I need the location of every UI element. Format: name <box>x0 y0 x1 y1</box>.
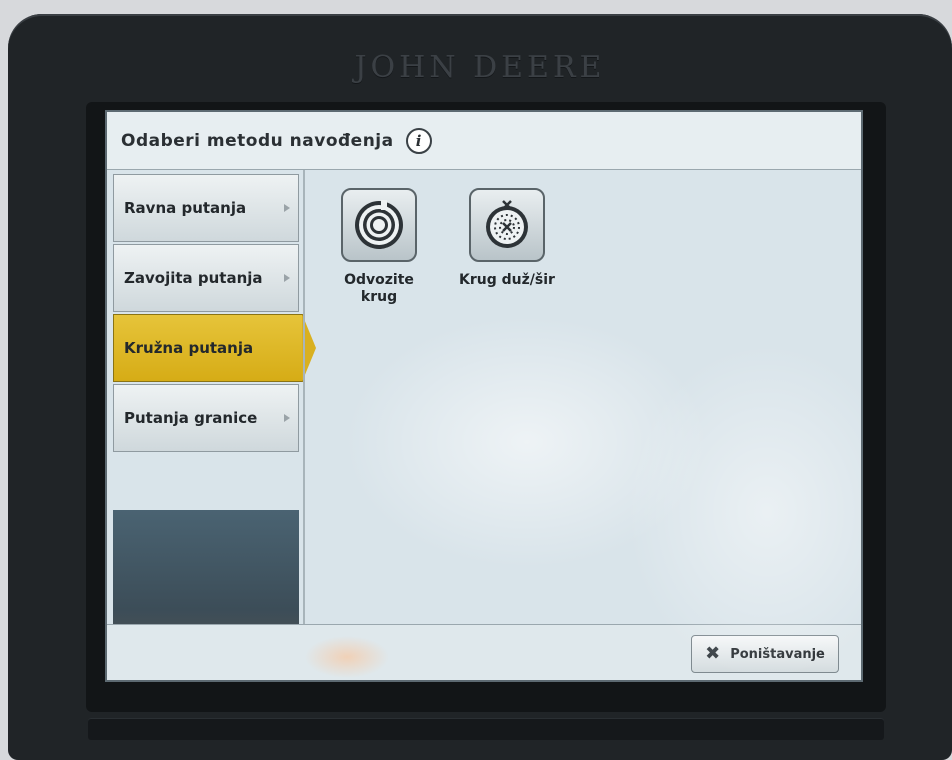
sidebar-item-zavojita-putanja[interactable]: Zavojita putanja <box>113 244 299 312</box>
page-title: Odaberi metodu navođenja <box>121 130 394 151</box>
sidebar-item-kruzna-putanja[interactable]: Kružna putanja <box>113 314 316 382</box>
chevron-right-icon <box>284 414 290 422</box>
sidebar-item-label: Zavojita putanja <box>124 269 263 287</box>
bezel-ledge <box>88 718 884 740</box>
option-krug-duz-sir[interactable]: Krug duž/šir <box>459 188 555 289</box>
option-label: Odvozite krug <box>339 272 419 306</box>
option-label-line: krug <box>360 289 398 305</box>
option-label: Krug duž/šir <box>459 272 555 289</box>
info-icon[interactable]: i <box>405 127 432 154</box>
sidebar-item-putanja-granice[interactable]: Putanja granice <box>113 384 299 452</box>
divider <box>303 170 305 624</box>
option-odvozite-krug[interactable]: Odvozite krug <box>339 188 419 306</box>
close-icon: ✖ <box>705 643 721 664</box>
brand-logo: JOHN DEERE <box>354 50 606 85</box>
sidebar-item-label: Ravna putanja <box>124 199 247 217</box>
sidebar-item-label: Putanja granice <box>124 409 258 427</box>
footer-bar: ✖ Poništavanje <box>107 624 861 680</box>
cancel-button[interactable]: ✖ Poništavanje <box>691 635 839 673</box>
option-button[interactable] <box>341 188 417 262</box>
header-bar: Odaberi metodu navođenja i <box>107 112 861 170</box>
guidance-method-sidebar: Ravna putanja Zavojita putanja Kružna pu… <box>107 170 316 676</box>
option-button[interactable] <box>469 188 545 262</box>
sidebar-item-ravna-putanja[interactable]: Ravna putanja <box>113 174 299 242</box>
chevron-right-icon <box>284 204 290 212</box>
screen: Odaberi metodu navođenja i Ravna putanja… <box>105 110 863 682</box>
concentric-circles-icon <box>355 200 403 249</box>
option-label-line: Krug duž/šir <box>459 272 555 288</box>
chevron-right-icon <box>284 274 290 282</box>
cancel-label: Poništavanje <box>730 646 825 662</box>
dotted-circle-icon <box>486 200 528 248</box>
sidebar-item-label: Kružna putanja <box>124 339 254 357</box>
option-label-line: Odvozite <box>344 272 414 288</box>
